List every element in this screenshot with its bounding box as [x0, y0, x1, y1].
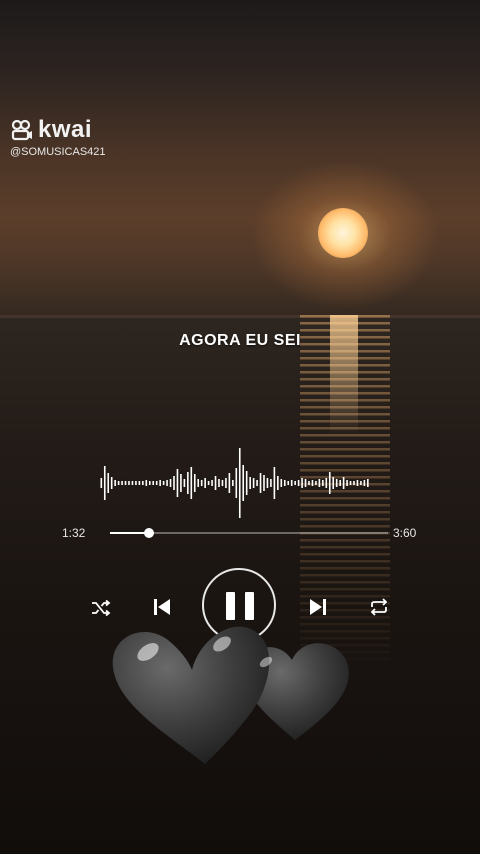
waveform-bar	[294, 481, 296, 485]
waveform-bar	[190, 467, 193, 499]
waveform-bar	[145, 480, 148, 486]
waveform-bar	[301, 478, 303, 488]
progress-track[interactable]	[110, 528, 388, 538]
current-time: 1:32	[62, 526, 86, 540]
waveform-bar	[131, 481, 134, 485]
waveform-bar	[225, 478, 227, 488]
waveform-bar	[148, 481, 151, 485]
lyric-line: AGORA EU SEI	[179, 332, 301, 349]
horizon-line	[0, 315, 480, 318]
waveform-bar	[270, 479, 272, 487]
waveform-bar	[162, 481, 165, 485]
waveform-bar	[166, 480, 168, 486]
waveform-bar	[180, 474, 182, 492]
waveform-bar	[214, 476, 217, 490]
waveform-bar	[124, 481, 127, 485]
waveform-bar	[263, 475, 265, 491]
waveform-bar	[349, 481, 352, 485]
waveform-bar	[183, 479, 186, 487]
waveform-bar	[290, 480, 293, 486]
waveform-bar	[155, 481, 158, 485]
black-hearts-icon	[112, 626, 349, 764]
waveform-bar	[328, 472, 331, 494]
shuffle-icon[interactable]	[89, 597, 111, 619]
waveform-bar	[159, 480, 161, 486]
waveform-bar	[197, 479, 200, 487]
waveform-bar	[207, 481, 210, 485]
waveform-bar	[287, 481, 290, 485]
waveform-bar	[256, 480, 258, 486]
waveform-bar	[135, 481, 137, 485]
waveform-bar	[121, 481, 123, 485]
waveform-bar	[266, 478, 269, 488]
waveform-bar	[339, 480, 341, 486]
waveform-bar	[342, 477, 345, 489]
waveform-bar	[353, 481, 355, 485]
next-icon[interactable]	[307, 596, 329, 618]
progress-bar[interactable]: 1:32 3:60	[0, 524, 480, 544]
waveform-bar	[325, 478, 328, 488]
waveform-bar	[107, 473, 110, 493]
waveform-bar	[117, 481, 120, 485]
waveform-bar	[142, 481, 144, 485]
waveform-bar	[176, 469, 179, 497]
waveform-bar	[280, 479, 283, 487]
waveform-bar	[335, 479, 338, 487]
waveform-bar	[103, 466, 106, 500]
waveform-bar	[356, 480, 359, 486]
waveform-bar	[252, 478, 255, 488]
total-time: 3:60	[393, 526, 417, 540]
waveform-bar	[152, 481, 155, 485]
waveform-bar	[232, 480, 234, 486]
previous-icon[interactable]	[151, 596, 173, 618]
waveform-bar	[311, 480, 314, 486]
waveform-bar	[297, 480, 300, 486]
waveform-bar	[283, 480, 286, 486]
large-heart	[112, 626, 270, 764]
waveform-bar	[363, 480, 366, 486]
waveform-bar	[128, 481, 130, 485]
waveform-bar	[204, 478, 206, 488]
waveform-bar	[221, 480, 224, 486]
waveform-bar	[110, 477, 113, 489]
waveform-bar	[315, 481, 317, 485]
waveform-bar	[228, 473, 231, 493]
waveform-bar	[173, 476, 175, 490]
waveform-bar	[100, 478, 103, 488]
waveform-bar	[360, 481, 362, 485]
waveform-bar	[169, 479, 172, 487]
kwai-logo-icon	[11, 119, 32, 141]
waveform-bar	[238, 448, 241, 518]
waveform-bar	[367, 479, 369, 487]
repeat-icon[interactable]	[368, 596, 390, 618]
waveform-bar	[318, 479, 321, 487]
waveform-bar	[304, 479, 307, 487]
waveform-bar	[346, 480, 348, 486]
waveform-bar	[138, 481, 141, 485]
waveform-bar	[114, 480, 116, 486]
waveform-bar	[277, 476, 279, 490]
waveform-bar	[193, 474, 196, 492]
creator-handle: @SOMUSICAS421	[10, 146, 106, 158]
sun	[318, 208, 368, 258]
waveform-bar	[249, 477, 251, 489]
waveform-bar	[218, 479, 220, 487]
audio-waveform	[100, 448, 369, 518]
waveform-bar	[259, 473, 262, 493]
kwai-watermark: kwai @SOMUSICAS421	[10, 116, 106, 158]
waveform-bar	[235, 468, 238, 498]
waveform-bar	[242, 465, 245, 501]
waveform-bar	[273, 467, 276, 499]
waveform-bar	[200, 480, 203, 486]
waveform-bar	[211, 480, 213, 486]
waveform-bar	[308, 481, 310, 485]
waveform-bar	[187, 472, 189, 494]
waveform-bar	[245, 471, 248, 495]
waveform-bar	[322, 480, 324, 486]
brand-name: kwai	[38, 116, 93, 143]
progress-thumb[interactable]	[143, 528, 154, 538]
waveform-bar	[332, 477, 335, 489]
